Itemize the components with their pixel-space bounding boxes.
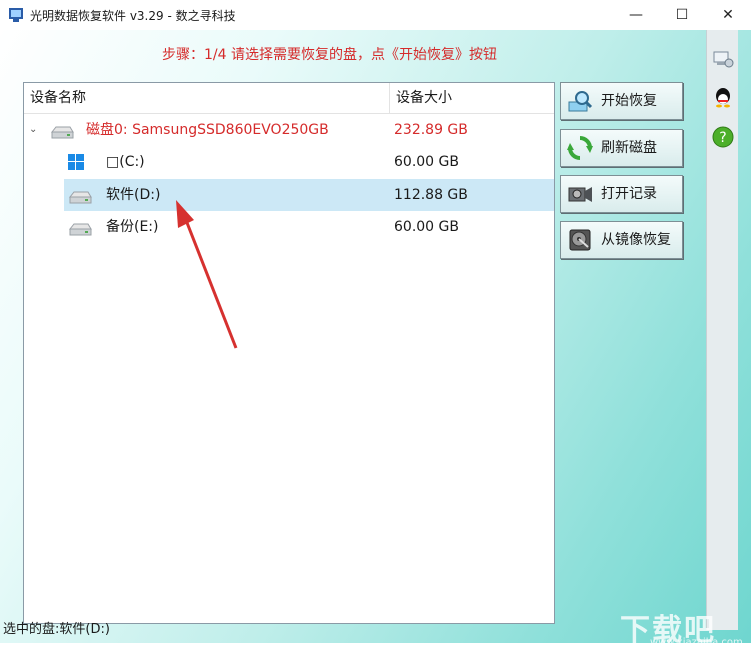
camera-icon <box>568 187 592 202</box>
maximize-button[interactable]: ☐ <box>659 0 705 30</box>
open-log-button[interactable]: 打开记录 <box>560 175 683 213</box>
restore-from-image-label: 从镜像恢复 <box>601 232 671 248</box>
start-recovery-button[interactable]: 开始恢复 <box>560 82 683 120</box>
minimize-button[interactable]: — <box>613 0 659 30</box>
main-area: 步骤：1/4 请选择需要恢复的盘，点《开始恢复》按钮 设备名称 设备大小 ⌄ 磁… <box>0 30 751 648</box>
network-settings-icon[interactable] <box>711 46 735 70</box>
right-sidebar: ? <box>706 30 738 630</box>
refresh-icon <box>567 136 593 160</box>
status-bar: 选中的盘:软件(D:) <box>3 622 110 637</box>
annotation-arrow <box>176 200 238 349</box>
refresh-disk-label: 刷新磁盘 <box>601 140 657 156</box>
open-log-label: 打开记录 <box>601 186 657 202</box>
close-button[interactable]: ✕ <box>705 0 751 30</box>
qq-icon[interactable] <box>711 85 735 109</box>
hard-disk-icon <box>569 229 591 251</box>
title-bar: 光明数据恢复软件 v3.29 - 数之寻科技 — ☐ ✕ <box>0 0 751 31</box>
start-recovery-label: 开始恢复 <box>601 93 657 109</box>
window-title: 光明数据恢复软件 v3.29 - 数之寻科技 <box>30 9 236 23</box>
help-icon[interactable]: ? <box>711 125 735 149</box>
svg-text:?: ? <box>719 130 726 146</box>
refresh-disk-button[interactable]: 刷新磁盘 <box>560 129 683 167</box>
magnifier-icon <box>568 91 593 112</box>
restore-from-image-button[interactable]: 从镜像恢复 <box>560 221 683 259</box>
app-icon <box>9 8 23 22</box>
